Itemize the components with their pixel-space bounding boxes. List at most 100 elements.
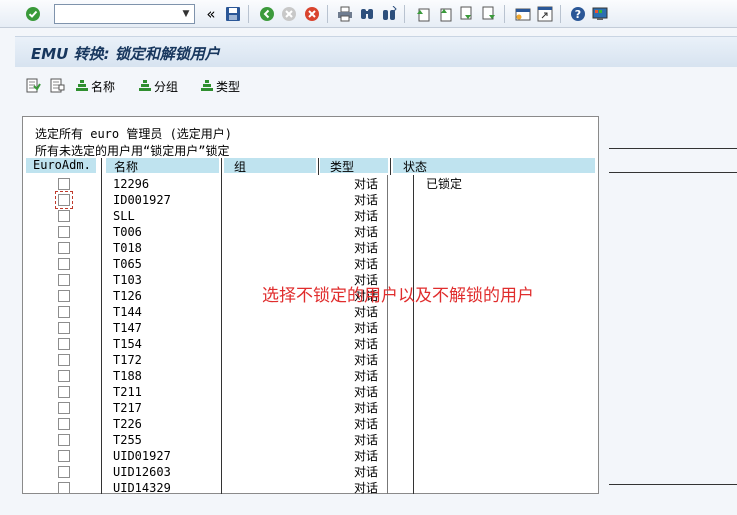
user-name-cell: T255	[113, 433, 142, 447]
sort-by-group-button[interactable]: 分组	[138, 76, 178, 96]
chevron-down-icon[interactable]: ▼	[178, 5, 194, 23]
deselect-all-icon[interactable]	[49, 76, 65, 96]
exit-icon[interactable]	[279, 4, 299, 24]
layout-icon[interactable]	[590, 4, 610, 24]
title-bar: EMU 转换: 锁定和解锁用户	[15, 36, 737, 67]
user-name-cell: T065	[113, 257, 142, 271]
intro-line-1: 选定所有 euro 管理员 (选定用户)	[35, 127, 233, 141]
table-row: T065 对话	[22, 256, 599, 272]
user-name-cell: T217	[113, 401, 142, 415]
euroadm-checkbox[interactable]	[58, 450, 70, 462]
user-name-cell: T006	[113, 225, 142, 239]
header-group[interactable]: 组	[224, 158, 316, 174]
euroadm-checkbox[interactable]	[58, 178, 70, 190]
command-field[interactable]: ▼	[54, 4, 195, 24]
new-session-icon[interactable]	[513, 4, 533, 24]
user-type-cell: 对话	[354, 241, 379, 255]
header-name[interactable]: 名称	[106, 158, 219, 174]
euroadm-checkbox[interactable]	[58, 242, 70, 254]
euroadm-checkbox[interactable]	[58, 290, 70, 302]
header-euroadm-label: EuroAdm.	[33, 158, 91, 172]
euroadm-checkbox[interactable]	[58, 258, 70, 270]
user-type-cell: 对话	[354, 401, 379, 415]
annotation-text: 选择不锁定的用户以及不解锁的用户	[262, 286, 534, 306]
table-row: ID001927 对话	[22, 191, 599, 209]
sort-by-type-label: 类型	[216, 79, 241, 94]
user-type-cell: 对话	[354, 353, 379, 367]
euroadm-checkbox[interactable]	[58, 466, 70, 478]
user-name-cell: T144	[113, 305, 142, 319]
cancel-icon[interactable]	[302, 4, 322, 24]
find-next-icon[interactable]	[379, 4, 399, 24]
euroadm-checkbox[interactable]	[58, 386, 70, 398]
euroadm-checkbox[interactable]	[55, 191, 73, 209]
table-row: T211 对话	[22, 384, 599, 400]
header-status-label: 状态	[403, 160, 428, 174]
select-all-icon[interactable]	[25, 76, 41, 96]
user-type-cell: 对话	[354, 369, 379, 383]
euroadm-checkbox[interactable]	[58, 434, 70, 446]
euroadm-checkbox[interactable]	[58, 210, 70, 222]
sort-by-name-label: 名称	[91, 79, 116, 94]
header-name-label: 名称	[114, 160, 139, 174]
user-type-cell: 对话	[354, 225, 379, 239]
collapse-icon[interactable]: «	[201, 4, 221, 24]
intro-line-2: 所有未选定的用户用“锁定用户”锁定	[35, 144, 230, 158]
euroadm-checkbox[interactable]	[58, 226, 70, 238]
user-name-cell: T103	[113, 273, 142, 287]
first-page-icon[interactable]	[413, 4, 433, 24]
next-page-icon[interactable]	[457, 4, 477, 24]
find-icon[interactable]	[357, 4, 377, 24]
user-name-cell: T018	[113, 241, 142, 255]
sort-by-name-button[interactable]: 名称	[75, 76, 115, 96]
table-row: T226 对话	[22, 416, 599, 432]
table-row: SLL 对话	[22, 208, 599, 224]
application-toolbar: 名称 分组 类型	[15, 72, 737, 100]
euroadm-checkbox[interactable]	[58, 418, 70, 430]
table-row: T172 对话	[22, 352, 599, 368]
user-name-cell: T172	[113, 353, 142, 367]
user-name-cell: UID12603	[113, 465, 171, 479]
save-icon[interactable]	[223, 4, 243, 24]
header-status[interactable]: 状态	[393, 158, 595, 174]
prev-page-icon[interactable]	[435, 4, 455, 24]
table-row: 12296 对话 已锁定	[22, 176, 599, 192]
table-row: T154 对话	[22, 336, 599, 352]
user-type-cell: 对话	[354, 449, 379, 463]
euroadm-checkbox[interactable]	[58, 274, 70, 286]
help-icon[interactable]: ?	[568, 4, 588, 24]
confirm-icon[interactable]	[23, 4, 43, 24]
euroadm-checkbox[interactable]	[58, 402, 70, 414]
system-toolbar: ▼ « ?	[0, 0, 737, 28]
user-name-cell: T154	[113, 337, 142, 351]
sort-by-type-button[interactable]: 类型	[200, 76, 240, 96]
last-page-icon[interactable]	[479, 4, 499, 24]
user-name-cell: T188	[113, 369, 142, 383]
header-euroadm[interactable]: EuroAdm.	[26, 158, 96, 173]
euroadm-checkbox[interactable]	[58, 338, 70, 350]
user-type-cell: 对话	[354, 385, 379, 399]
shortcut-icon[interactable]	[535, 4, 555, 24]
table-row: UID01927 对话	[22, 448, 599, 464]
euroadm-checkbox[interactable]	[58, 322, 70, 334]
euroadm-checkbox[interactable]	[58, 482, 70, 494]
user-name-cell: T226	[113, 417, 142, 431]
table-row: T217 对话	[22, 400, 599, 416]
user-name-cell: T211	[113, 385, 142, 399]
table-row: T147 对话	[22, 320, 599, 336]
back-nav-icon[interactable]	[257, 4, 277, 24]
table-row: T006 对话	[22, 224, 599, 240]
euroadm-checkbox[interactable]	[58, 306, 70, 318]
page-title: EMU 转换: 锁定和解锁用户	[31, 45, 220, 63]
euroadm-checkbox[interactable]	[58, 370, 70, 382]
euroadm-checkbox[interactable]	[58, 354, 70, 366]
user-type-cell: 对话	[354, 305, 379, 319]
user-status-cell: 已锁定	[426, 177, 463, 191]
user-type-cell: 对话	[354, 321, 379, 335]
user-name-cell: ID001927	[113, 193, 171, 207]
header-type[interactable]: 类型	[320, 158, 388, 174]
user-name-cell: T147	[113, 321, 142, 335]
print-icon[interactable]	[335, 4, 355, 24]
user-name-cell: T126	[113, 289, 142, 303]
sort-icon	[201, 80, 213, 91]
